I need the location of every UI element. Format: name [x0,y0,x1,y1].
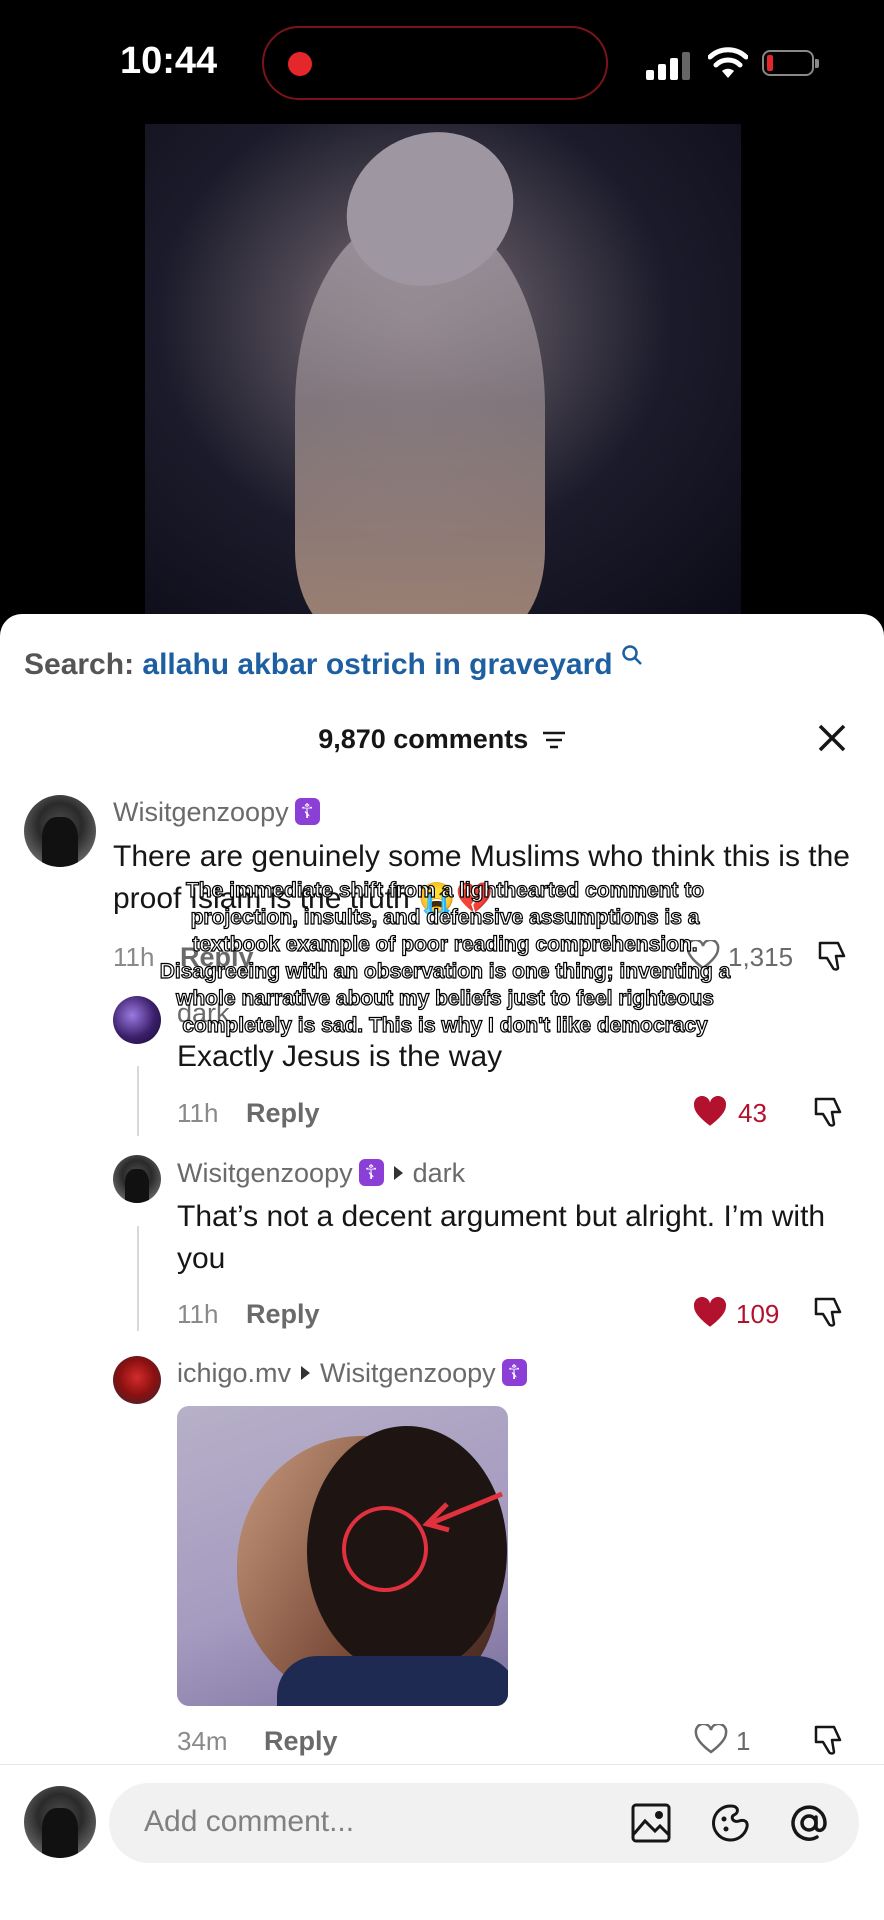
like-count: 1 [736,1726,751,1756]
status-time: 10:44 [120,40,218,82]
comment-time: 11h [177,1098,219,1128]
reply-arrow-icon [301,1366,311,1380]
comment-username[interactable]: Wisitgenzoopy ☦ [113,797,320,828]
screen-recording-indicator [262,26,608,100]
reply-button[interactable]: Reply [246,1098,320,1129]
thread-line [137,1066,139,1136]
search-query-link[interactable]: allahu akbar ostrich in graveyard [142,648,612,681]
dislike-icon[interactable] [816,938,852,974]
avatar[interactable] [24,795,96,867]
thread-line [137,1226,139,1331]
add-comment-input[interactable]: Add comment... [109,1783,859,1863]
comment-text: That’s not a decent argument but alright… [177,1200,826,1275]
highlight-circle [342,1506,428,1592]
search-suggestion[interactable]: Search: allahu akbar ostrich in graveyar… [24,644,643,682]
reply-button[interactable]: Reply [264,1726,338,1757]
status-bar: 10:44 [0,0,884,120]
comment-image[interactable] [177,1406,508,1706]
comment-time: 11h [113,942,155,972]
reply-arrow-icon [393,1166,403,1180]
comment-time: 34m [177,1726,228,1756]
close-icon[interactable] [812,718,852,758]
mention-icon[interactable] [787,1801,831,1845]
comments-count-header[interactable]: 9,870 comments [0,724,884,755]
video-caption-overlay: The immediate shift from a lighthearted … [159,878,731,1037]
arrow-annotation [422,1491,503,1533]
avatar[interactable] [113,1356,161,1404]
search-label: Search: [24,648,135,681]
cross-badge-icon: ☦ [358,1159,384,1186]
cross-badge-icon: ☦ [501,1359,527,1386]
heart-icon[interactable] [692,1297,728,1329]
video-player[interactable] [145,124,741,614]
comment-username[interactable]: Wisitgenzoopy ☦ dark [177,1158,465,1189]
battery-icon [762,50,819,76]
user-avatar[interactable] [24,1786,96,1858]
search-icon [622,645,642,665]
dislike-icon[interactable] [812,1722,848,1758]
emoji-icon[interactable] [709,1801,753,1845]
like-count: 109 [736,1299,780,1329]
reply-to-username[interactable]: dark [413,1158,466,1188]
heart-icon[interactable] [692,1096,728,1128]
avatar[interactable] [113,1155,161,1203]
dislike-icon[interactable] [812,1294,848,1330]
reply-button[interactable]: Reply [246,1299,320,1330]
heart-icon[interactable] [694,1724,728,1754]
divider [0,1764,884,1765]
wifi-icon [708,47,748,78]
reply-to-username[interactable]: Wisitgenzoopy [320,1358,496,1388]
add-comment-placeholder: Add comment... [144,1805,355,1838]
cross-badge-icon: ☦ [294,798,320,825]
record-dot-icon [288,52,312,76]
comments-count: 9,870 comments [318,724,529,754]
signal-icon [646,52,692,80]
comment-text: Exactly Jesus is the way [177,1040,503,1073]
comment-username[interactable]: ichigo.mv Wisitgenzoopy ☦ [177,1358,527,1389]
like-count: 43 [738,1098,767,1128]
filter-icon[interactable] [542,730,566,750]
comment-time: 11h [177,1299,219,1329]
image-icon[interactable] [629,1801,673,1845]
dislike-icon[interactable] [812,1094,848,1130]
